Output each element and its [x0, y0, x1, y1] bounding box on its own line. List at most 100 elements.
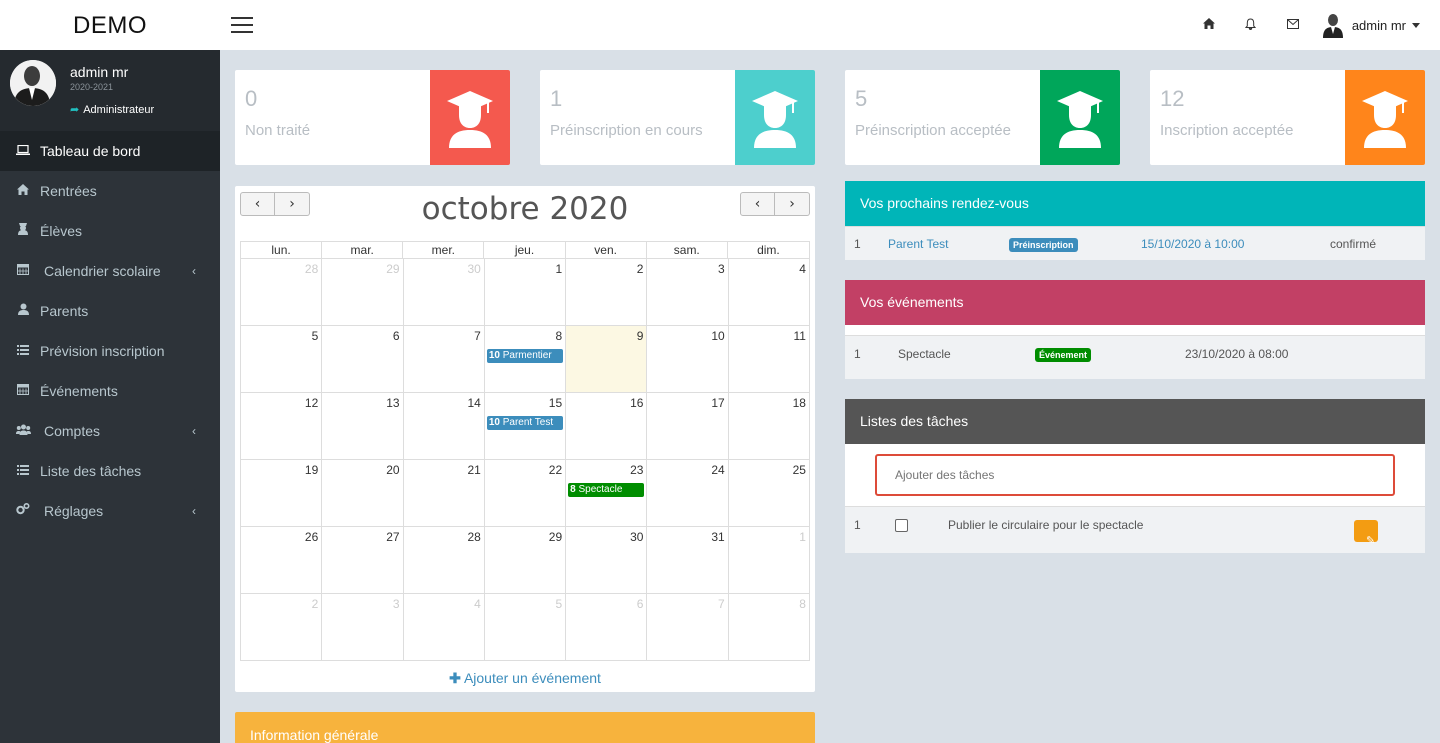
calendar-day[interactable]: 7 [404, 326, 485, 392]
calendar-day[interactable]: 19 [241, 460, 323, 526]
calendar-icon [15, 251, 31, 291]
sidebar-item-prevision-inscription[interactable]: Prévision inscription [0, 331, 220, 371]
status-badge: Préinscription [1009, 238, 1078, 252]
user-name: admin mr [1351, 17, 1406, 33]
calendar-day[interactable]: 27 [322, 527, 404, 593]
calendar-day[interactable]: 4 [729, 259, 810, 325]
calendar-day[interactable]: 1 [485, 259, 567, 325]
calendar-day[interactable]: 16 [566, 393, 648, 459]
weekday-label: jeu. [484, 242, 566, 259]
sidebar-item-evenements[interactable]: Événements [0, 371, 220, 411]
sidebar-item-parents[interactable]: Parents [0, 291, 220, 331]
calendar-day[interactable]: 5 [485, 594, 567, 660]
user-menu[interactable]: admin mr [1322, 12, 1420, 38]
calendar-nav-right: ‹ › [740, 192, 810, 216]
add-task-input[interactable] [875, 454, 1395, 496]
calendar-day[interactable]: 25 [729, 460, 810, 526]
calendar-day[interactable]: 3 [322, 594, 404, 660]
sidebar-item-label: Rentrées [40, 183, 97, 199]
calendar-day[interactable]: 6 [322, 326, 404, 392]
calendar-day[interactable]: 6 [566, 594, 648, 660]
calendar-day[interactable]: 20 [322, 460, 404, 526]
sidebar-item-comptes[interactable]: Comptes ‹ [0, 411, 220, 451]
calendar-week: 26 27 28 29 30 31 1 [241, 527, 810, 594]
stat-value: 12 [1160, 86, 1185, 111]
calendar-day[interactable]: 10 [647, 326, 729, 392]
calendar-event[interactable]: 8 Spectacle [568, 483, 645, 497]
school-year: 2020-2021 [70, 82, 114, 92]
sidebar: admin mr 2020-2021 ➦ Administrateur Table… [0, 50, 220, 743]
calendar-day[interactable]: 22 [485, 460, 567, 526]
appointment-name-link[interactable]: Parent Test [888, 237, 948, 251]
user-role: ➦ Administrateur [70, 103, 154, 116]
stat-label: Préinscription acceptée [855, 122, 1011, 139]
calendar-day[interactable]: 14 [404, 393, 485, 459]
calendar-day[interactable]: 8 [729, 594, 810, 660]
calendar-day[interactable]: 24 [647, 460, 729, 526]
calendar-day[interactable]: 2 [241, 594, 323, 660]
sidebar-toggle-icon[interactable] [231, 17, 253, 33]
calendar-event[interactable]: 10 Parmentier [486, 349, 564, 363]
stat-label: Inscription acceptée [1160, 122, 1294, 139]
calendar-day[interactable]: 7 [647, 594, 729, 660]
prev-year-button[interactable]: ‹ [740, 192, 775, 216]
weekday-label: ven. [566, 242, 647, 259]
sidebar-item-calendrier-scolaire[interactable]: Calendrier scolaire ‹ [0, 251, 220, 291]
add-event-link[interactable]: ✚ Ajouter un événement [235, 670, 815, 687]
info-panel: Information générale [235, 712, 815, 743]
calendar-week: 5 6 7 8 10 Parmentier 9 10 11 [241, 326, 810, 393]
calendar-day[interactable]: 18 [729, 393, 810, 459]
calendar-week: 12 13 14 15 10 Parent Test 16 17 18 [241, 393, 810, 460]
calendar-day-today[interactable]: 9 [566, 326, 648, 392]
calendar-day[interactable]: 31 [647, 527, 729, 593]
calendar-day[interactable]: 12 [241, 393, 323, 459]
sidebar-item-label: Prévision inscription [40, 343, 165, 359]
calendar-day[interactable]: 3 [647, 259, 729, 325]
envelope-icon[interactable] [1272, 18, 1314, 32]
calendar-day[interactable]: 1 [729, 527, 810, 593]
bell-icon[interactable] [1230, 17, 1272, 33]
home-icon [15, 171, 31, 211]
edit-task-button[interactable]: ✎ [1354, 520, 1378, 547]
calendar-day[interactable]: 4 [404, 594, 485, 660]
calendar-day[interactable]: 28 [241, 259, 323, 325]
calendar-day[interactable]: 8 10 Parmentier [485, 326, 567, 392]
calendar-day[interactable]: 11 [729, 326, 810, 392]
users-icon [15, 411, 31, 451]
home-icon[interactable] [1188, 18, 1230, 32]
task-checkbox[interactable] [895, 519, 908, 532]
share-icon: ➦ [70, 104, 80, 116]
sidebar-item-rentrees[interactable]: Rentrées [0, 171, 220, 211]
calendar-event[interactable]: 10 Parent Test [486, 416, 564, 430]
calendar-day[interactable]: 15 10 Parent Test [485, 393, 567, 459]
calendar-day[interactable]: 13 [322, 393, 404, 459]
calendar-day[interactable]: 26 [241, 527, 323, 593]
weekday-label: lun. [241, 242, 323, 259]
calendar-day[interactable]: 30 [566, 527, 648, 593]
edit-icon: ✎ [1366, 535, 1376, 547]
brand-logo[interactable]: DEMO [0, 0, 220, 50]
calendar-day[interactable]: 5 [241, 326, 323, 392]
chevron-left-icon: ‹ [192, 264, 196, 278]
calendar-day[interactable]: 28 [404, 527, 485, 593]
sidebar-item-reglages[interactable]: Réglages ‹ [0, 491, 220, 531]
next-year-button[interactable]: › [775, 192, 810, 216]
calendar-icon [15, 371, 31, 411]
stat-box-inscription-acceptee: 12 Inscription acceptée [1150, 70, 1425, 165]
task-text: Publier le circulaire pour le spectacle [948, 518, 1144, 532]
calendar-day[interactable]: 29 [322, 259, 404, 325]
calendar-day[interactable]: 2 [566, 259, 648, 325]
row-index: 1 [854, 237, 861, 251]
stat-label: Non traité [245, 122, 311, 139]
calendar-day[interactable]: 17 [647, 393, 729, 459]
calendar-day[interactable]: 30 [404, 259, 485, 325]
status-badge: Événement [1035, 348, 1092, 362]
sidebar-item-tableau-de-bord[interactable]: Tableau de bord [0, 131, 220, 171]
sidebar-item-liste-des-taches[interactable]: Liste des tâches [0, 451, 220, 491]
calendar-day[interactable]: 21 [404, 460, 485, 526]
calendar-grid: lun. mar. mer. jeu. ven. sam. dim. 28 29… [240, 241, 810, 661]
role-label: Administrateur [83, 104, 155, 116]
calendar-day[interactable]: 23 8 Spectacle [566, 460, 648, 526]
sidebar-item-eleves[interactable]: Élèves [0, 211, 220, 251]
calendar-day[interactable]: 29 [485, 527, 567, 593]
